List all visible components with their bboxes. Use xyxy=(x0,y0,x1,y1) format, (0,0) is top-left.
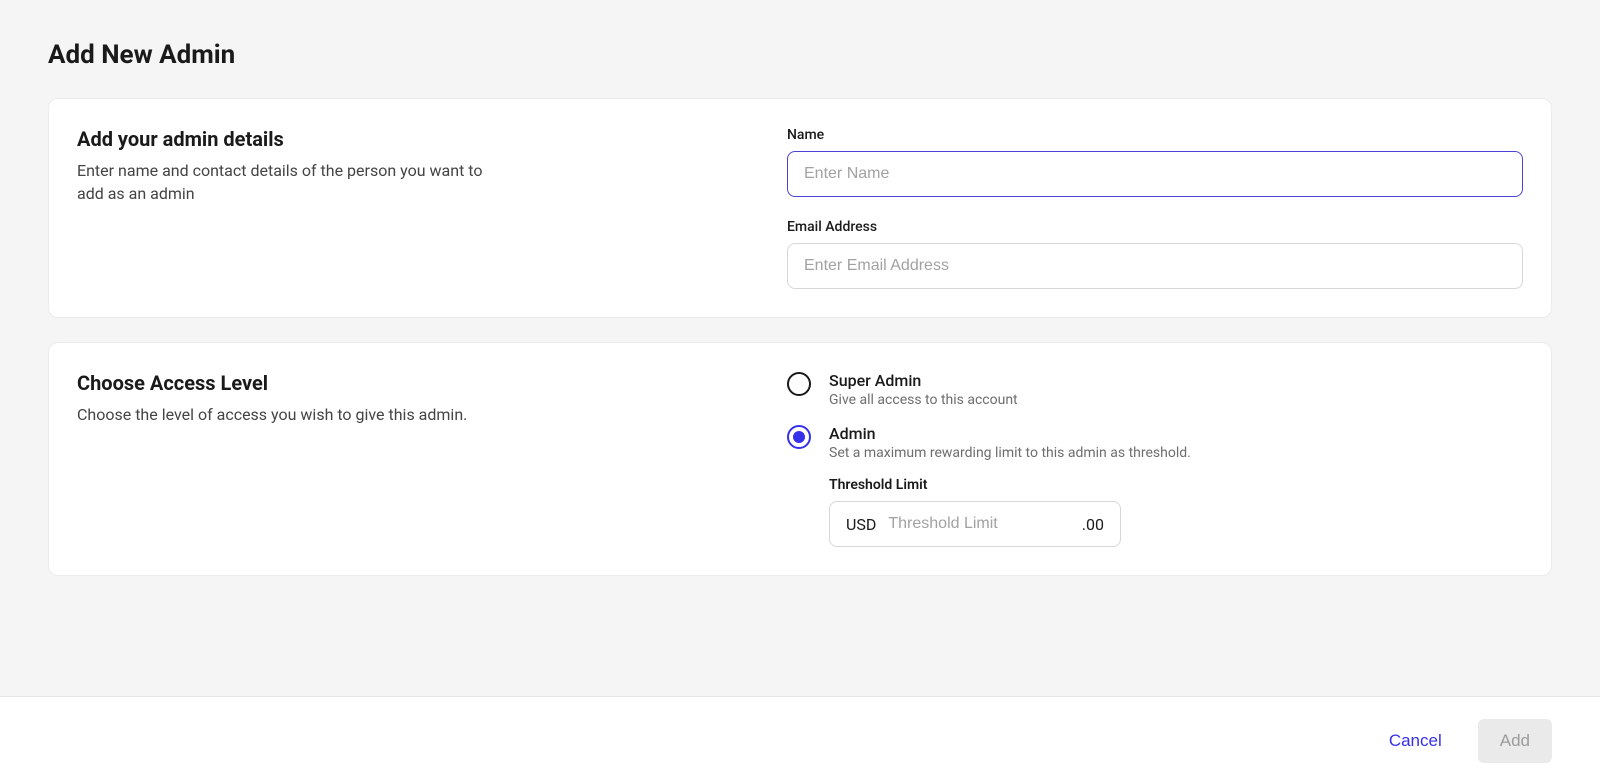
admin-details-description: Enter name and contact details of the pe… xyxy=(77,159,507,205)
name-input[interactable] xyxy=(787,151,1523,197)
email-input[interactable] xyxy=(787,243,1523,289)
threshold-block: Threshold Limit USD .00 xyxy=(829,477,1523,547)
radio-text: Admin Set a maximum rewarding limit to t… xyxy=(829,424,1523,461)
threshold-currency: USD xyxy=(846,515,876,534)
admin-details-fields: Name Email Address xyxy=(787,127,1523,289)
access-level-options: Super Admin Give all access to this acco… xyxy=(787,371,1523,547)
radio-title: Super Admin xyxy=(829,371,1523,390)
add-button[interactable]: Add xyxy=(1478,719,1552,763)
threshold-field[interactable]: USD .00 xyxy=(829,501,1121,547)
email-field-group: Email Address xyxy=(787,219,1523,289)
cancel-button[interactable]: Cancel xyxy=(1381,721,1450,761)
radio-icon-selected xyxy=(787,425,811,449)
access-level-card: Choose Access Level Choose the level of … xyxy=(48,342,1552,576)
email-label: Email Address xyxy=(787,219,1523,235)
page-title: Add New Admin xyxy=(48,40,1552,70)
name-label: Name xyxy=(787,127,1523,143)
footer-bar: Cancel Add xyxy=(0,696,1600,784)
radio-desc: Set a maximum rewarding limit to this ad… xyxy=(829,445,1523,461)
radio-text: Super Admin Give all access to this acco… xyxy=(829,371,1523,408)
radio-option-super-admin[interactable]: Super Admin Give all access to this acco… xyxy=(787,371,1523,408)
radio-title: Admin xyxy=(829,424,1523,443)
threshold-suffix: .00 xyxy=(1082,515,1104,534)
name-field-group: Name xyxy=(787,127,1523,197)
radio-desc: Give all access to this account xyxy=(829,392,1523,408)
radio-option-admin[interactable]: Admin Set a maximum rewarding limit to t… xyxy=(787,424,1523,461)
access-level-description: Choose the level of access you wish to g… xyxy=(77,403,507,426)
admin-details-heading: Add your admin details xyxy=(77,127,747,151)
admin-details-info: Add your admin details Enter name and co… xyxy=(77,127,787,289)
radio-icon xyxy=(787,372,811,396)
threshold-label: Threshold Limit xyxy=(829,477,1523,493)
threshold-input[interactable] xyxy=(888,515,1071,533)
radio-dot-icon xyxy=(793,431,805,443)
admin-details-card: Add your admin details Enter name and co… xyxy=(48,98,1552,318)
access-level-heading: Choose Access Level xyxy=(77,371,747,395)
access-level-info: Choose Access Level Choose the level of … xyxy=(77,371,787,547)
